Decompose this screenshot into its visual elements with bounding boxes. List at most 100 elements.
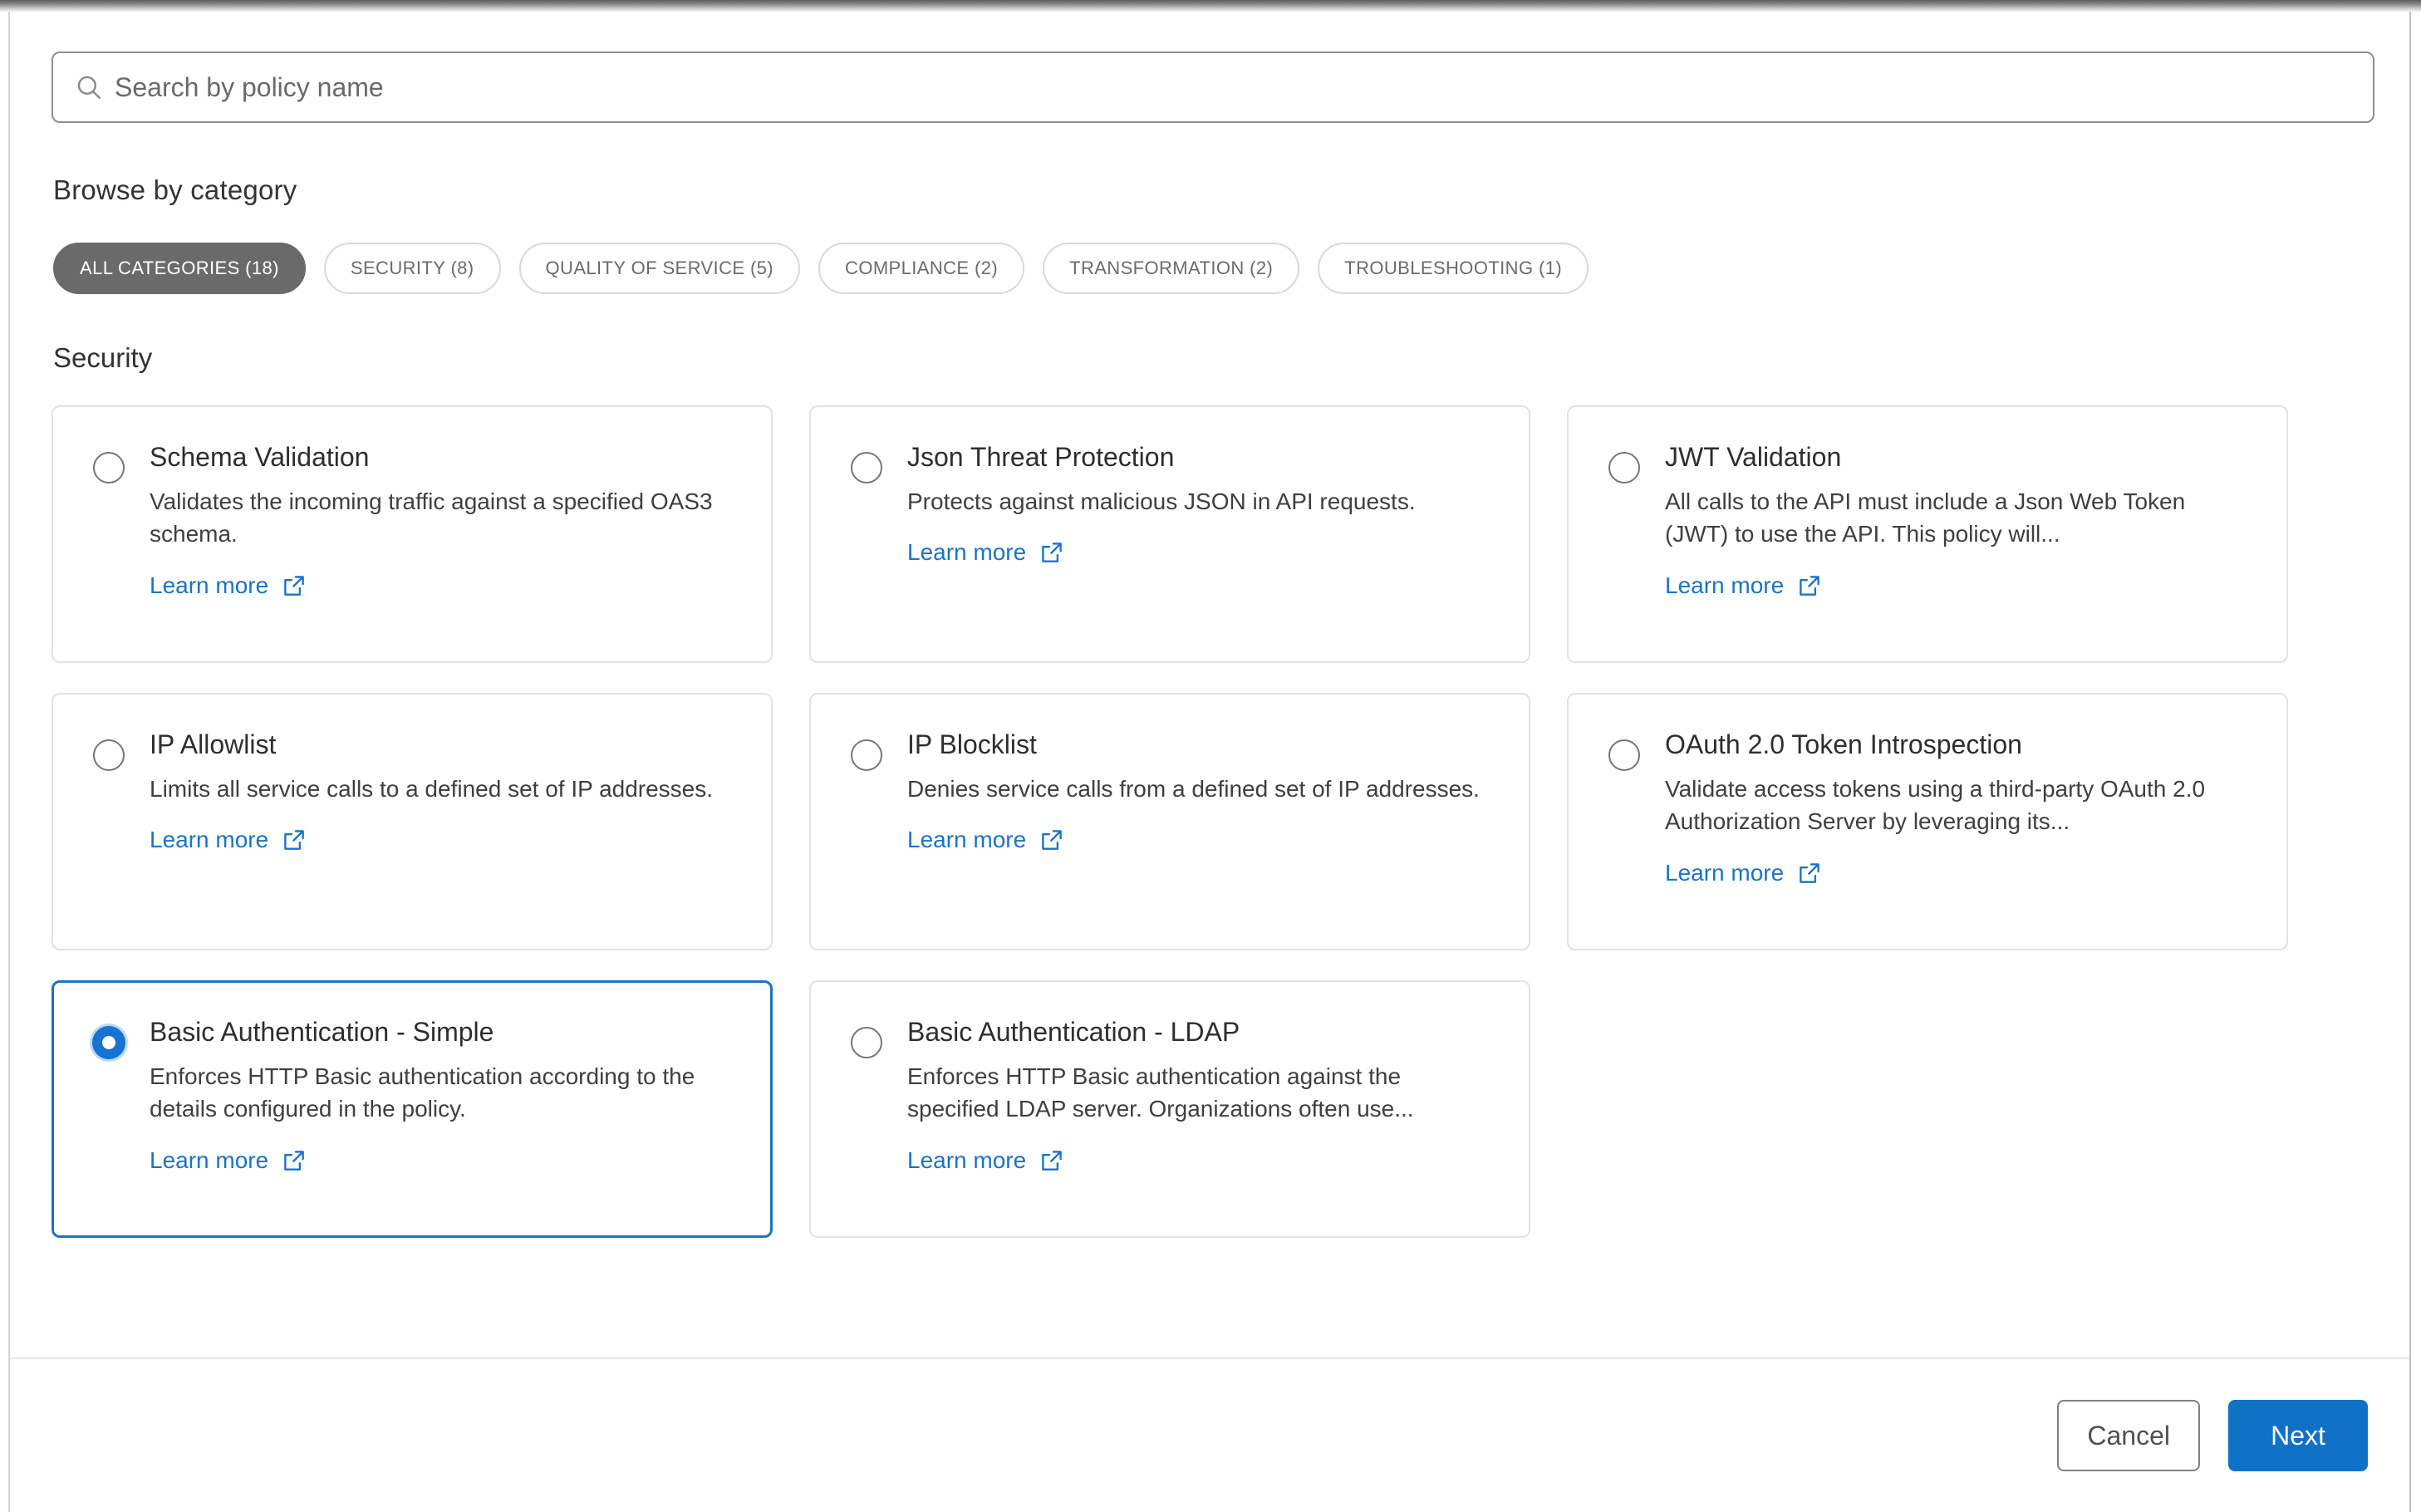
learn-more-link[interactable]: Learn more <box>150 572 307 599</box>
category-chip-label: SECURITY (8) <box>350 258 474 278</box>
category-chip-all-categories[interactable]: ALL CATEGORIES (18) <box>53 243 306 294</box>
policy-radio[interactable] <box>847 736 886 774</box>
modal-body: Browse by category ALL CATEGORIES (18) S… <box>10 12 2409 1357</box>
policy-title: IP Blocklist <box>907 729 1037 759</box>
policy-card[interactable]: Schema Validation Validates the incoming… <box>52 405 773 663</box>
policy-description: Enforces HTTP Basic authentication again… <box>907 1063 1414 1122</box>
radio-ring <box>851 452 882 484</box>
policy-title: Basic Authentication - Simple <box>150 1017 494 1047</box>
radio-ring <box>1608 739 1640 771</box>
category-chip-troubleshooting[interactable]: TROUBLESHOOTING (1) <box>1318 243 1589 294</box>
external-link-icon <box>284 576 304 596</box>
policy-radio[interactable] <box>90 449 128 487</box>
radio-ring <box>851 739 882 771</box>
policy-description: Protects against malicious JSON in API r… <box>907 488 1416 514</box>
radio-ring <box>93 739 125 771</box>
policy-card[interactable]: IP Allowlist Limits all service calls to… <box>52 693 773 950</box>
search-input[interactable] <box>115 71 2351 103</box>
learn-more-label: Learn more <box>150 1147 269 1174</box>
window-titlebar <box>0 0 2421 12</box>
learn-more-label: Learn more <box>907 1147 1027 1174</box>
cancel-button-label: Cancel <box>2087 1420 2170 1451</box>
cancel-button[interactable]: Cancel <box>2057 1400 2200 1471</box>
policy-card-content: Basic Authentication - Simple Enforces H… <box>150 1017 738 1174</box>
category-chip-label: ALL CATEGORIES (18) <box>80 258 279 278</box>
category-chip-transformation[interactable]: TRANSFORMATION (2) <box>1043 243 1300 294</box>
policy-card-content: Json Threat Protection Protects against … <box>907 442 1495 566</box>
external-link-icon <box>1800 576 1819 596</box>
policy-description: Validates the incoming traffic against a… <box>150 488 713 547</box>
policy-card-grid: Schema Validation Validates the incoming… <box>52 405 2368 1238</box>
policy-card-content: OAuth 2.0 Token Introspection Validate a… <box>1665 729 2253 886</box>
radio-dot <box>102 1036 115 1049</box>
external-link-icon <box>1042 830 1062 851</box>
learn-more-link[interactable]: Learn more <box>907 539 1064 566</box>
policy-title: IP Allowlist <box>150 729 277 759</box>
external-link-icon <box>1042 542 1062 563</box>
learn-more-link[interactable]: Learn more <box>150 827 307 853</box>
policy-card-content: IP Allowlist Limits all service calls to… <box>150 729 738 853</box>
policy-radio[interactable] <box>90 1024 128 1062</box>
policy-card[interactable]: Json Threat Protection Protects against … <box>809 405 1530 663</box>
policy-card-content: Schema Validation Validates the incoming… <box>150 442 738 599</box>
policy-card-content: Basic Authentication - LDAP Enforces HTT… <box>907 1017 1495 1174</box>
learn-more-label: Learn more <box>150 572 269 599</box>
browse-by-category-heading: Browse by category <box>53 174 297 205</box>
policy-radio[interactable] <box>90 736 128 774</box>
learn-more-link[interactable]: Learn more <box>150 1147 307 1174</box>
policy-card[interactable]: JWT Validation All calls to the API must… <box>1567 405 2288 663</box>
policy-card-content: JWT Validation All calls to the API must… <box>1665 442 2253 599</box>
next-button-label: Next <box>2271 1420 2325 1451</box>
category-chip-security[interactable]: SECURITY (8) <box>323 243 501 294</box>
policy-picker-window: Browse by category ALL CATEGORIES (18) S… <box>0 0 2421 1512</box>
external-link-icon <box>284 830 304 851</box>
learn-more-link[interactable]: Learn more <box>1665 860 1822 886</box>
policy-title: Basic Authentication - LDAP <box>907 1017 1240 1047</box>
policy-card[interactable]: OAuth 2.0 Token Introspection Validate a… <box>1567 693 2288 950</box>
policy-radio[interactable] <box>847 1024 886 1062</box>
policy-card-selected[interactable]: Basic Authentication - Simple Enforces H… <box>52 980 773 1238</box>
next-button[interactable]: Next <box>2228 1400 2368 1471</box>
category-chip-label: TRANSFORMATION (2) <box>1069 258 1274 278</box>
policy-description: Enforces HTTP Basic authentication accor… <box>150 1063 695 1122</box>
category-chip-label: TROUBLESHOOTING (1) <box>1344 258 1563 278</box>
policy-selection-modal: Browse by category ALL CATEGORIES (18) S… <box>8 12 2411 1512</box>
category-chip-label: COMPLIANCE (2) <box>845 258 999 278</box>
learn-more-link[interactable]: Learn more <box>1665 572 1822 599</box>
learn-more-label: Learn more <box>150 827 269 853</box>
external-link-icon <box>1042 1151 1062 1171</box>
policy-title: OAuth 2.0 Token Introspection <box>1665 729 2022 759</box>
category-filter-list: ALL CATEGORIES (18) SECURITY (8) QUALITY… <box>53 243 2368 294</box>
category-chip-quality-of-service[interactable]: QUALITY OF SERVICE (5) <box>518 243 801 294</box>
radio-ring <box>1608 452 1640 484</box>
external-link-icon <box>284 1151 304 1171</box>
radio-ring <box>93 452 125 484</box>
radio-ring <box>851 1027 882 1058</box>
learn-more-label: Learn more <box>907 539 1027 566</box>
learn-more-label: Learn more <box>1665 860 1785 886</box>
learn-more-label: Learn more <box>907 827 1027 853</box>
policy-title: Json Threat Protection <box>907 442 1175 472</box>
policy-title: Schema Validation <box>150 442 370 472</box>
search-box[interactable] <box>52 52 2374 123</box>
section-heading-security: Security <box>53 342 153 373</box>
policy-description: All calls to the API must include a Json… <box>1665 488 2186 547</box>
category-chip-compliance[interactable]: COMPLIANCE (2) <box>818 243 1025 294</box>
policy-card-content: IP Blocklist Denies service calls from a… <box>907 729 1495 853</box>
policy-card[interactable]: IP Blocklist Denies service calls from a… <box>809 693 1530 950</box>
external-link-icon <box>1800 863 1819 883</box>
policy-radio[interactable] <box>1605 449 1643 487</box>
policy-title: JWT Validation <box>1665 442 1842 472</box>
modal-footer: Cancel Next <box>10 1357 2409 1512</box>
policy-radio[interactable] <box>1605 736 1643 774</box>
learn-more-link[interactable]: Learn more <box>907 1147 1064 1174</box>
learn-more-link[interactable]: Learn more <box>907 827 1064 853</box>
category-chip-label: QUALITY OF SERVICE (5) <box>545 258 774 278</box>
learn-more-label: Learn more <box>1665 572 1785 599</box>
search-icon <box>77 76 101 99</box>
policy-radio[interactable] <box>847 449 886 487</box>
policy-card[interactable]: Basic Authentication - LDAP Enforces HTT… <box>809 980 1530 1238</box>
policy-description: Denies service calls from a defined set … <box>907 775 1480 802</box>
policy-description: Limits all service calls to a defined se… <box>150 775 714 802</box>
policy-description: Validate access tokens using a third-par… <box>1665 775 2206 835</box>
